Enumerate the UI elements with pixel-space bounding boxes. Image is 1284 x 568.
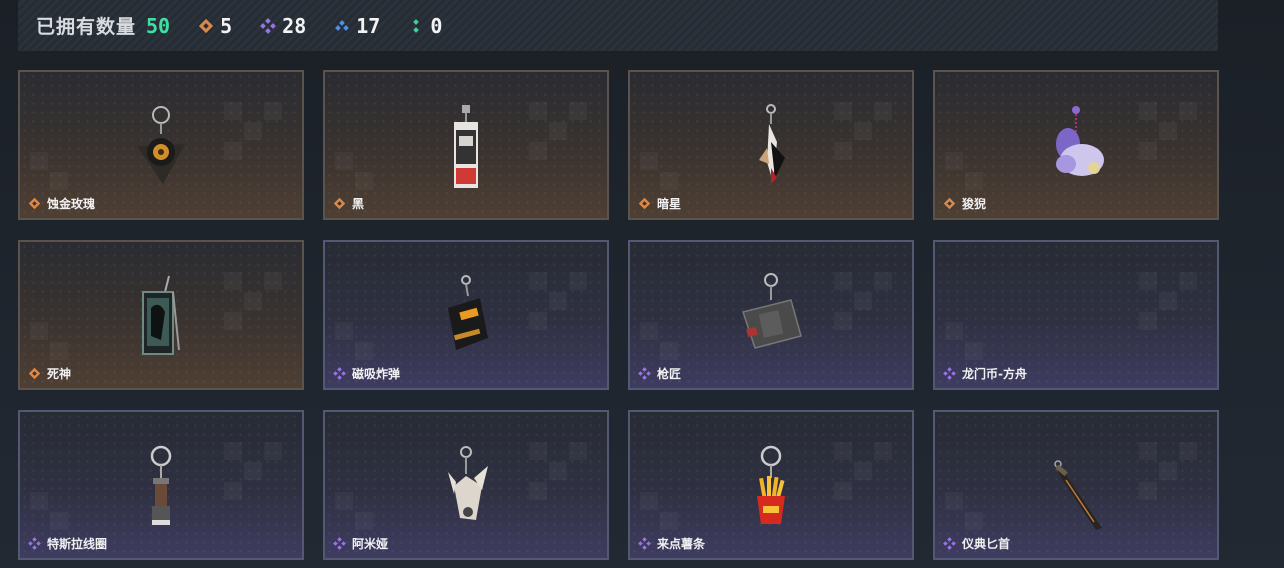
rarity-stat-gold: 5	[198, 14, 232, 38]
charm-grid: 蚀金玫瑰 黑 暗星 狻猊 死神 磁吸炸弹 枪匠 龙门币-方舟 特斯拉线圈 阿米娅…	[18, 70, 1219, 560]
charm-card[interactable]: 暗星	[628, 70, 914, 220]
charm-name: 特斯拉线圈	[47, 537, 108, 551]
charm-card[interactable]: 黑	[323, 70, 609, 220]
charm-name: 死神	[47, 367, 72, 381]
owned-count: 50	[146, 13, 171, 38]
charm-name: 阿米娅	[352, 537, 389, 551]
rarity-stat-green: 0	[408, 14, 442, 38]
gold-rarity-icon	[638, 197, 651, 210]
purple-rarity-icon	[638, 367, 651, 380]
gold-rarity-icon	[199, 18, 214, 33]
charm-name: 仪典匕首	[962, 537, 1011, 551]
purple-rarity-icon	[943, 537, 956, 550]
charm-name: 来点薯条	[657, 537, 706, 551]
gold-count: 5	[220, 13, 233, 38]
charm-card[interactable]: 阿米娅	[323, 410, 609, 560]
purple-rarity-icon	[28, 537, 41, 550]
green-count: 0	[430, 13, 443, 38]
blue-rarity-icon	[335, 19, 350, 31]
rarity-stat-blue: 17	[334, 14, 380, 38]
charm-card[interactable]: 龙门币-方舟	[933, 240, 1219, 390]
purple-count: 28	[282, 13, 307, 38]
charm-card[interactable]: 磁吸炸弹	[323, 240, 609, 390]
dagger-charm-image	[1054, 460, 1102, 530]
purple-rarity-icon	[333, 367, 346, 380]
fries-charm-image	[757, 445, 785, 524]
gunsmith-charm-image	[742, 273, 802, 349]
tesla-charm-image	[150, 445, 172, 525]
charm-name: 蚀金玫瑰	[47, 197, 96, 211]
charm-card[interactable]: 狻猊	[933, 70, 1219, 220]
green-rarity-icon	[413, 18, 420, 33]
charm-name: 黑	[352, 197, 365, 211]
charm-card[interactable]: 来点薯条	[628, 410, 914, 560]
rarity-stat-purple: 28	[260, 14, 306, 38]
charm-name: 枪匠	[657, 367, 682, 381]
owned-label: 已拥有数量	[36, 16, 137, 38]
charm-card[interactable]: 特斯拉线圈	[18, 410, 304, 560]
charm-name: 暗星	[657, 197, 682, 211]
gold-rarity-icon	[28, 197, 41, 210]
darkstar-charm-image	[759, 104, 785, 184]
black-charm-image	[454, 105, 478, 188]
charm-name: 磁吸炸弹	[352, 367, 401, 381]
gold-rarity-icon	[333, 197, 346, 210]
amiya-charm-image	[448, 446, 488, 520]
bomb-charm-image	[448, 275, 488, 350]
purple-rarity-icon	[260, 17, 276, 34]
lion-charm-image	[1056, 106, 1104, 176]
charm-card[interactable]: 仪典匕首	[933, 410, 1219, 560]
charm-name: 龙门币-方舟	[962, 367, 1027, 381]
charm-card[interactable]: 蚀金玫瑰	[18, 70, 304, 220]
purple-rarity-icon	[943, 367, 956, 380]
purple-rarity-icon	[638, 537, 651, 550]
charm-card[interactable]: 枪匠	[628, 240, 914, 390]
charm-card[interactable]: 死神	[18, 240, 304, 390]
blue-count: 17	[356, 13, 381, 38]
gold-rarity-icon	[28, 367, 41, 380]
gold-rarity-icon	[943, 197, 956, 210]
purple-rarity-icon	[333, 537, 346, 550]
reaper-charm-image	[142, 275, 180, 355]
rose-charm-image	[137, 106, 185, 184]
charm-name: 狻猊	[962, 197, 987, 211]
collection-header: 已拥有数量 50 5 28 17 0	[18, 0, 1218, 51]
